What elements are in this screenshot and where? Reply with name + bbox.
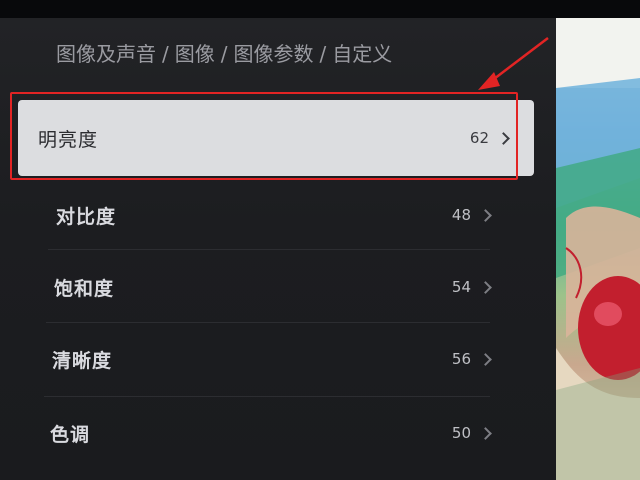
setting-row-hue[interactable]: 色调 50 — [40, 404, 498, 462]
breadcrumb-separator: / — [319, 42, 327, 66]
breadcrumb-separator: / — [162, 42, 169, 66]
setting-label: 色调 — [50, 423, 91, 446]
row-divider — [44, 396, 490, 397]
setting-row-brightness[interactable]: 明亮度 62 — [18, 100, 534, 176]
breadcrumb-item-custom: 自定义 — [332, 42, 393, 66]
setting-row-contrast[interactable]: 对比度 48 — [46, 186, 498, 244]
setting-label: 对比度 — [56, 205, 117, 228]
chevron-right-icon — [497, 131, 510, 145]
setting-row-sharpness[interactable]: 清晰度 56 — [42, 330, 498, 388]
setting-label: 清晰度 — [52, 349, 113, 372]
setting-value: 54 — [451, 278, 471, 296]
setting-value: 62 — [469, 129, 489, 147]
chevron-right-icon — [479, 352, 492, 366]
chevron-right-icon — [479, 426, 492, 440]
tv-screen: 图像及声音 / 图像 / 图像参数 / 自定义 明亮度 62 对比度 48 饱和度 54 清… — [0, 0, 640, 480]
breadcrumb-item-picture-params: 图像参数 — [233, 42, 314, 66]
chevron-right-icon — [479, 280, 492, 294]
chevron-right-icon — [479, 208, 492, 222]
breadcrumb-item-picture-sound: 图像及声音 — [56, 42, 156, 66]
setting-value: 50 — [451, 424, 471, 442]
breadcrumb-item-picture: 图像 — [174, 42, 215, 66]
breadcrumb-separator: / — [220, 42, 228, 66]
picture-preview — [556, 18, 640, 480]
row-divider — [46, 322, 490, 323]
breadcrumb: 图像及声音 / 图像 / 图像参数 / 自定义 — [56, 38, 392, 67]
row-divider — [48, 249, 490, 250]
setting-value: 48 — [451, 206, 471, 224]
picture-preview-art — [556, 18, 640, 480]
setting-label: 饱和度 — [54, 277, 115, 300]
setting-label: 明亮度 — [38, 128, 99, 151]
setting-value: 56 — [451, 350, 471, 368]
setting-row-saturation[interactable]: 饱和度 54 — [44, 258, 498, 316]
